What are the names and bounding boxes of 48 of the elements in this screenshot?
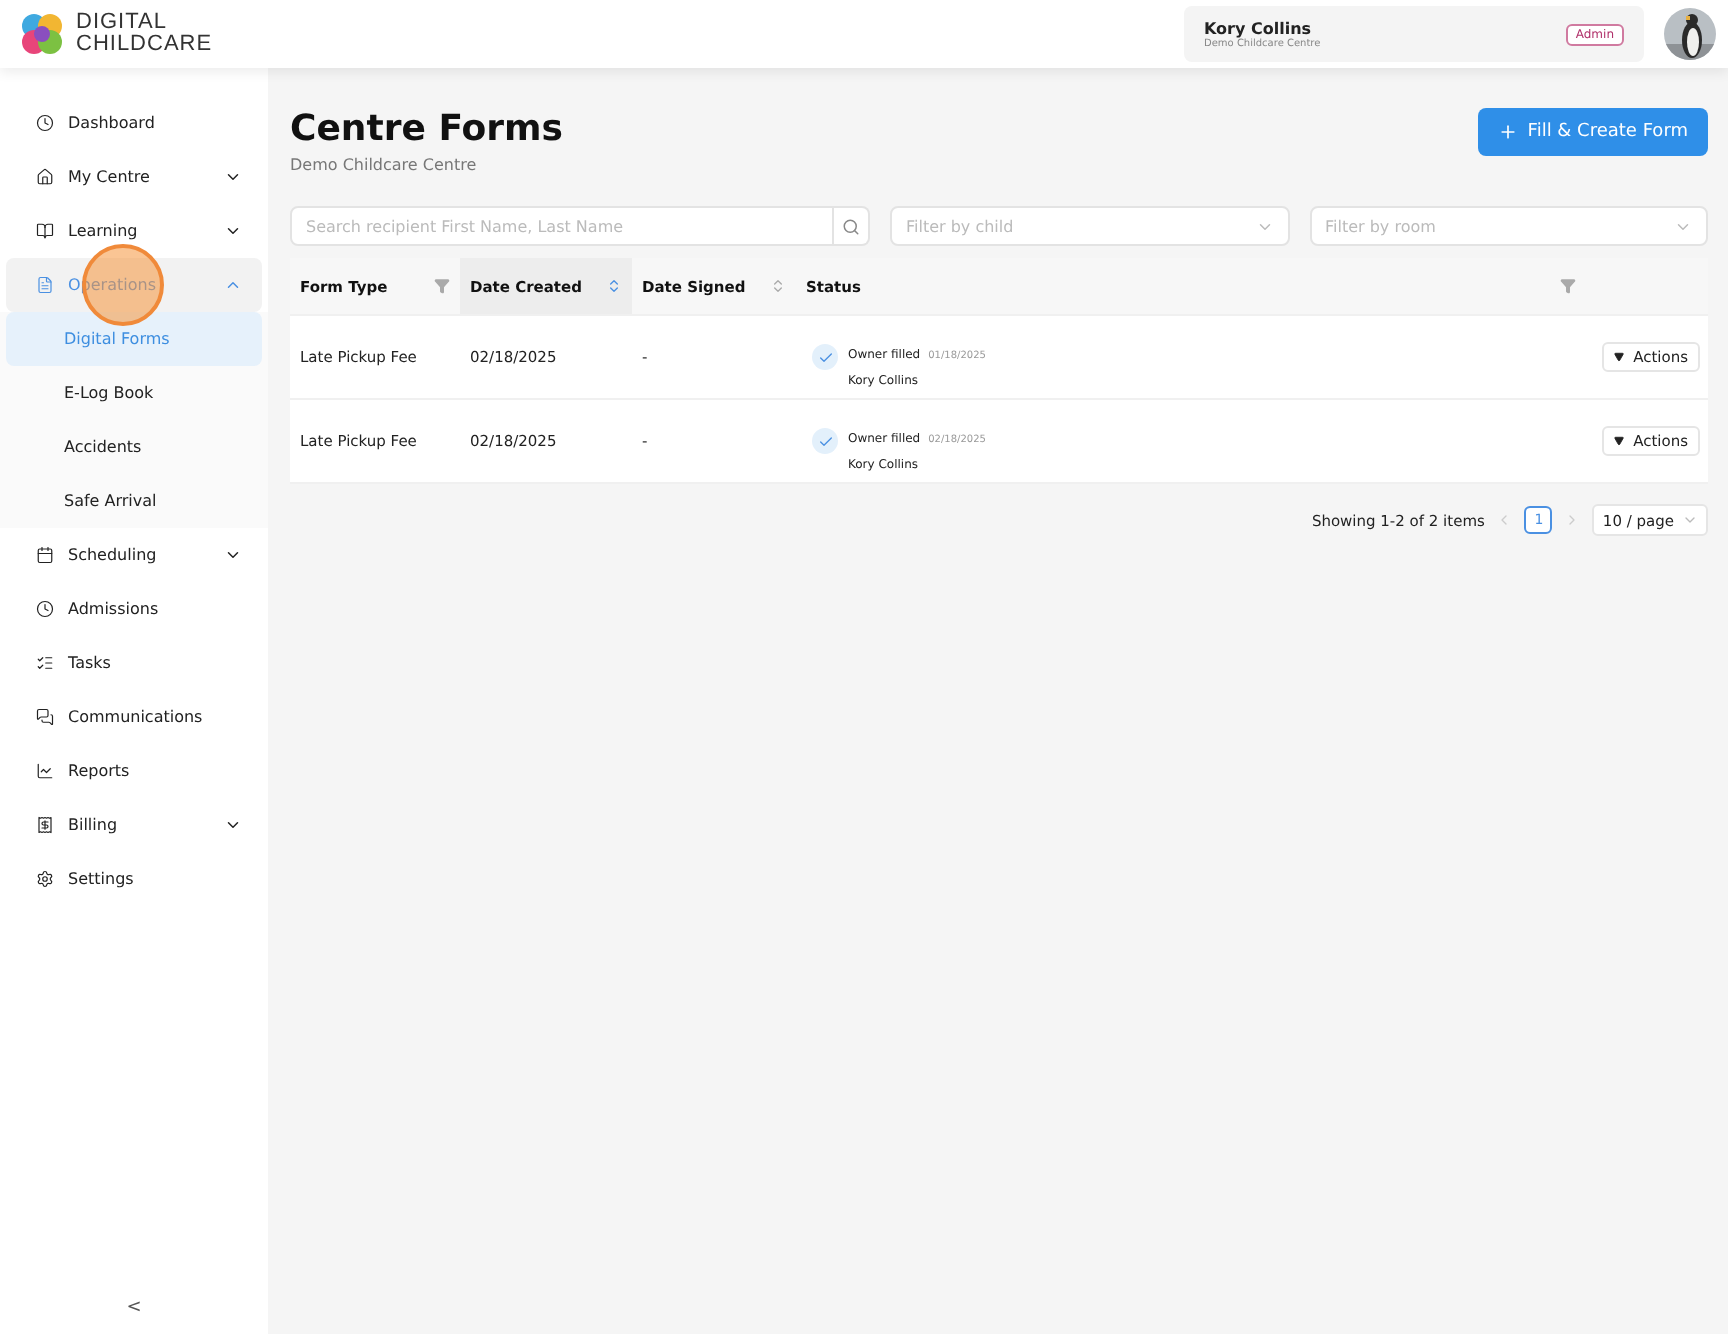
search-icon: [842, 217, 860, 235]
nav-item[interactable]: Tasks: [6, 636, 262, 690]
nav-item[interactable]: Communications: [6, 690, 262, 744]
plus-icon: [1497, 122, 1518, 142]
filter-icon[interactable]: [434, 278, 450, 294]
nav-icon: [36, 222, 54, 240]
nav-item[interactable]: Scheduling: [6, 528, 262, 582]
nav-item[interactable]: My Centre: [6, 150, 262, 204]
nav-item[interactable]: Billing: [6, 798, 262, 852]
nav-icon: [36, 546, 54, 564]
chevron-down-icon: [224, 816, 242, 834]
nav-icon: [36, 114, 54, 132]
collapse-button[interactable]: <: [6, 1282, 262, 1334]
nav-item[interactable]: Dashboard: [6, 96, 262, 150]
chevron-up-icon: [224, 276, 242, 294]
filter-icon[interactable]: [1560, 278, 1576, 294]
check-icon: [812, 428, 838, 454]
nav-icon: [36, 600, 54, 618]
chevron-down-icon: [224, 168, 242, 186]
nav-item[interactable]: Reports: [6, 744, 262, 798]
page-title: Centre Forms: [290, 108, 563, 150]
search-button[interactable]: [834, 206, 870, 246]
nav-subitem[interactable]: Accidents: [6, 420, 262, 474]
chevron-down-icon: [224, 546, 242, 564]
puzzle-logo-icon: [16, 8, 68, 60]
search-field[interactable]: Search recipient First Name, Last Name: [290, 206, 834, 246]
nav-icon: [36, 654, 54, 672]
nav-icon: [36, 168, 54, 186]
logo-text: DIGITAL CHILDCARE: [76, 12, 213, 56]
chevron-down-icon: [224, 222, 242, 240]
page-subtitle: Demo Childcare Centre: [290, 156, 479, 174]
nav-item[interactable]: Admissions: [6, 582, 262, 636]
nav-icon: [36, 762, 54, 780]
caret-icon: [1613, 436, 1624, 446]
nav-icon: [36, 870, 54, 888]
chevron-down-icon: [1682, 512, 1698, 528]
nav-icon: [36, 708, 54, 726]
nav-item[interactable]: Settings: [6, 852, 262, 906]
sort-icon[interactable]: [606, 278, 622, 294]
sort-icon[interactable]: [770, 278, 786, 294]
nav-icon: [36, 816, 54, 834]
nav-item[interactable]: Learning: [6, 204, 262, 258]
nav-subitem[interactable]: E-Log Book: [6, 366, 262, 420]
nav-icon: [36, 276, 54, 294]
check-icon: [812, 344, 838, 370]
nav-subitem[interactable]: Safe Arrival: [6, 474, 262, 528]
user-name: Kory Collins: [1204, 19, 1314, 37]
caret-icon: [1613, 352, 1624, 362]
